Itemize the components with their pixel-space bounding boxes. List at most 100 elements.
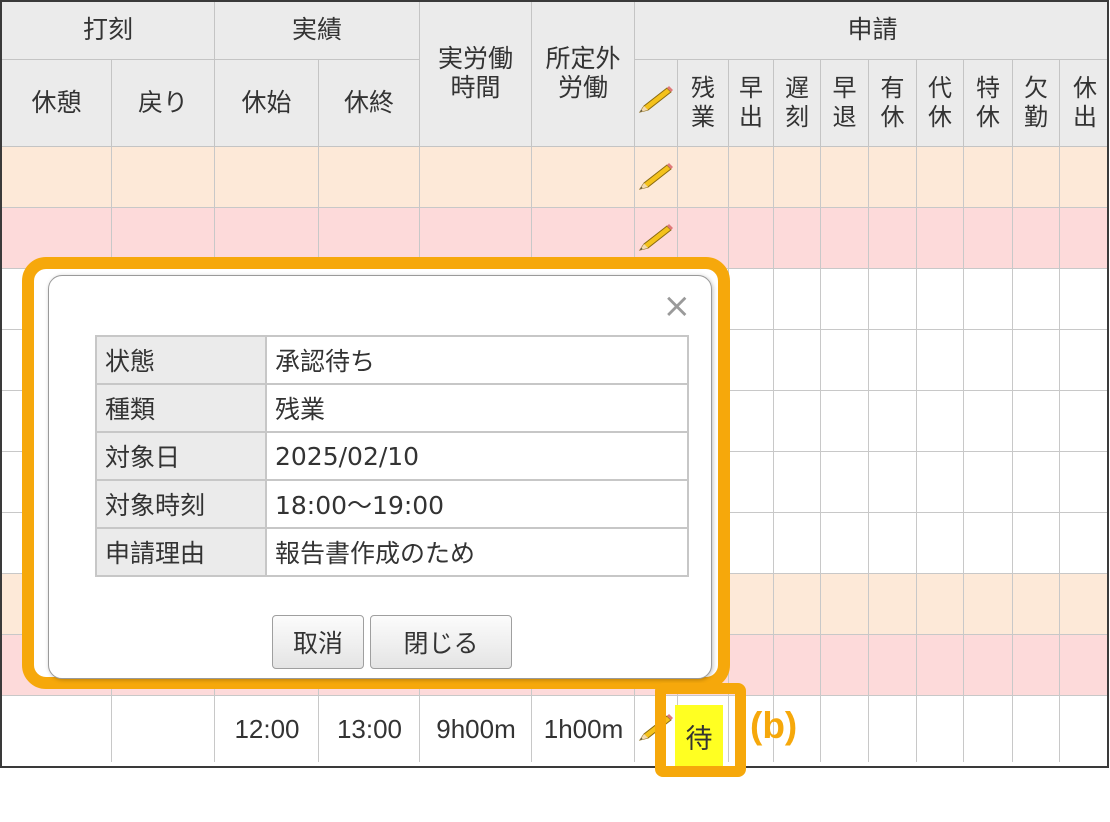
dialog-highlight-frame: × 状態 承認待ち 種類 残業 対象日 2025/02/10 対象時刻 18:0… xyxy=(22,257,730,689)
table-cell xyxy=(1060,696,1107,762)
request-type-char: 早 xyxy=(832,74,857,103)
info-row-date: 対象日 2025/02/10 xyxy=(95,431,689,481)
table-cell xyxy=(319,147,420,208)
table-cell xyxy=(869,635,917,696)
table-cell xyxy=(1013,574,1060,635)
table-row: 12:00 13:00 9h00m 1h00m xyxy=(2,696,1107,762)
request-detail-dialog: × 状態 承認待ち 種類 残業 対象日 2025/02/10 対象時刻 18:0… xyxy=(48,275,712,679)
request-type-char: 特 xyxy=(976,74,1000,103)
table-cell xyxy=(821,269,869,330)
table-cell xyxy=(917,330,964,391)
header-col-break: 休憩 xyxy=(2,60,112,147)
table-cell xyxy=(112,147,215,208)
table-cell xyxy=(1013,208,1060,269)
request-type-label: 早退 xyxy=(833,74,857,132)
table-cell xyxy=(964,696,1013,762)
actual-work-hours-value: 9h00m xyxy=(436,713,516,744)
request-type-char: 有 xyxy=(880,74,905,103)
table-cell xyxy=(1013,330,1060,391)
info-value: 承認待ち xyxy=(265,335,689,385)
request-info-table: 状態 承認待ち 種類 残業 対象日 2025/02/10 対象時刻 18:00〜… xyxy=(95,335,689,577)
table-cell xyxy=(869,391,917,452)
header-request-type: 有休 xyxy=(869,60,917,147)
table-cell xyxy=(1013,452,1060,513)
header-request-type: 休出 xyxy=(1060,60,1107,147)
info-value: 報告書作成のため xyxy=(265,527,689,577)
request-type-char: 遅 xyxy=(785,74,809,103)
table-cell xyxy=(1060,452,1107,513)
table-cell xyxy=(917,391,964,452)
header-request-type: 欠勤 xyxy=(1013,60,1060,147)
header-request-type: 残業 xyxy=(678,60,729,147)
info-row-status: 状態 承認待ち xyxy=(95,335,689,385)
table-cell xyxy=(821,513,869,574)
info-value: 残業 xyxy=(265,383,689,433)
request-type-char: 欠 xyxy=(1024,74,1048,103)
table-cell xyxy=(964,269,1013,330)
table-cell xyxy=(821,452,869,513)
header-group-actual: 実績 xyxy=(215,2,420,60)
request-type-label: 残業 xyxy=(691,74,715,132)
table-cell xyxy=(1013,635,1060,696)
request-type-char: 刻 xyxy=(785,103,809,131)
info-value: 2025/02/10 xyxy=(265,431,689,481)
request-type-char: 休 xyxy=(880,103,905,131)
table-cell xyxy=(1060,391,1107,452)
header-request-type: 代休 xyxy=(917,60,964,147)
pencil-icon[interactable] xyxy=(636,161,676,193)
close-button[interactable]: 閉じる xyxy=(370,615,512,669)
table-cell xyxy=(1013,269,1060,330)
header-actual-work-hours: 実労働 時間 xyxy=(420,2,532,147)
table-cell xyxy=(678,147,729,208)
info-label: 対象日 xyxy=(95,431,267,481)
table-cell xyxy=(821,696,869,762)
table-cell xyxy=(774,330,821,391)
request-type-char: 休 xyxy=(928,103,952,131)
table-cell xyxy=(964,574,1013,635)
info-label: 申請理由 xyxy=(95,527,267,577)
table-cell xyxy=(1060,147,1107,208)
table-cell xyxy=(729,147,774,208)
pencil-icon[interactable] xyxy=(636,84,676,116)
table-cell xyxy=(917,574,964,635)
table-cell xyxy=(917,208,964,269)
header-request-type: 早退 xyxy=(821,60,869,147)
table-cell xyxy=(1013,147,1060,208)
table-cell xyxy=(964,635,1013,696)
non-scheduled-work-value: 1h00m xyxy=(543,713,624,744)
pencil-icon[interactable] xyxy=(636,222,676,254)
header-request-type: 遅刻 xyxy=(774,60,821,147)
info-label: 種類 xyxy=(95,383,267,433)
table-cell xyxy=(869,330,917,391)
table-cell xyxy=(532,147,635,208)
table-cell xyxy=(1013,513,1060,574)
close-icon[interactable]: × xyxy=(663,286,692,326)
header-col-break-start: 休始 xyxy=(215,60,319,147)
request-type-label: 遅刻 xyxy=(785,74,809,132)
table-cell xyxy=(869,269,917,330)
table-cell xyxy=(2,147,112,208)
request-type-label: 有休 xyxy=(881,74,905,132)
table-cell xyxy=(729,513,774,574)
info-value: 18:00〜19:00 xyxy=(265,479,689,529)
table-cell xyxy=(869,513,917,574)
break-start-time: 12:00 xyxy=(234,713,300,744)
request-type-char: 勤 xyxy=(1024,103,1048,131)
table-cell xyxy=(420,147,532,208)
info-label: 状態 xyxy=(95,335,267,385)
cancel-request-button[interactable]: 取消 xyxy=(272,615,364,669)
table-cell xyxy=(774,574,821,635)
table-cell xyxy=(774,452,821,513)
request-type-char: 業 xyxy=(691,103,715,131)
table-cell xyxy=(869,452,917,513)
table-cell xyxy=(774,147,821,208)
header-request-type: 特休 xyxy=(964,60,1013,147)
header-non-scheduled-work: 所定外 労働 xyxy=(532,2,635,147)
table-cell xyxy=(917,513,964,574)
table-cell xyxy=(1060,208,1107,269)
table-cell xyxy=(1060,513,1107,574)
table-cell xyxy=(917,696,964,762)
header-col-return: 戻り xyxy=(112,60,215,147)
table-cell xyxy=(821,147,869,208)
table-cell xyxy=(774,208,821,269)
